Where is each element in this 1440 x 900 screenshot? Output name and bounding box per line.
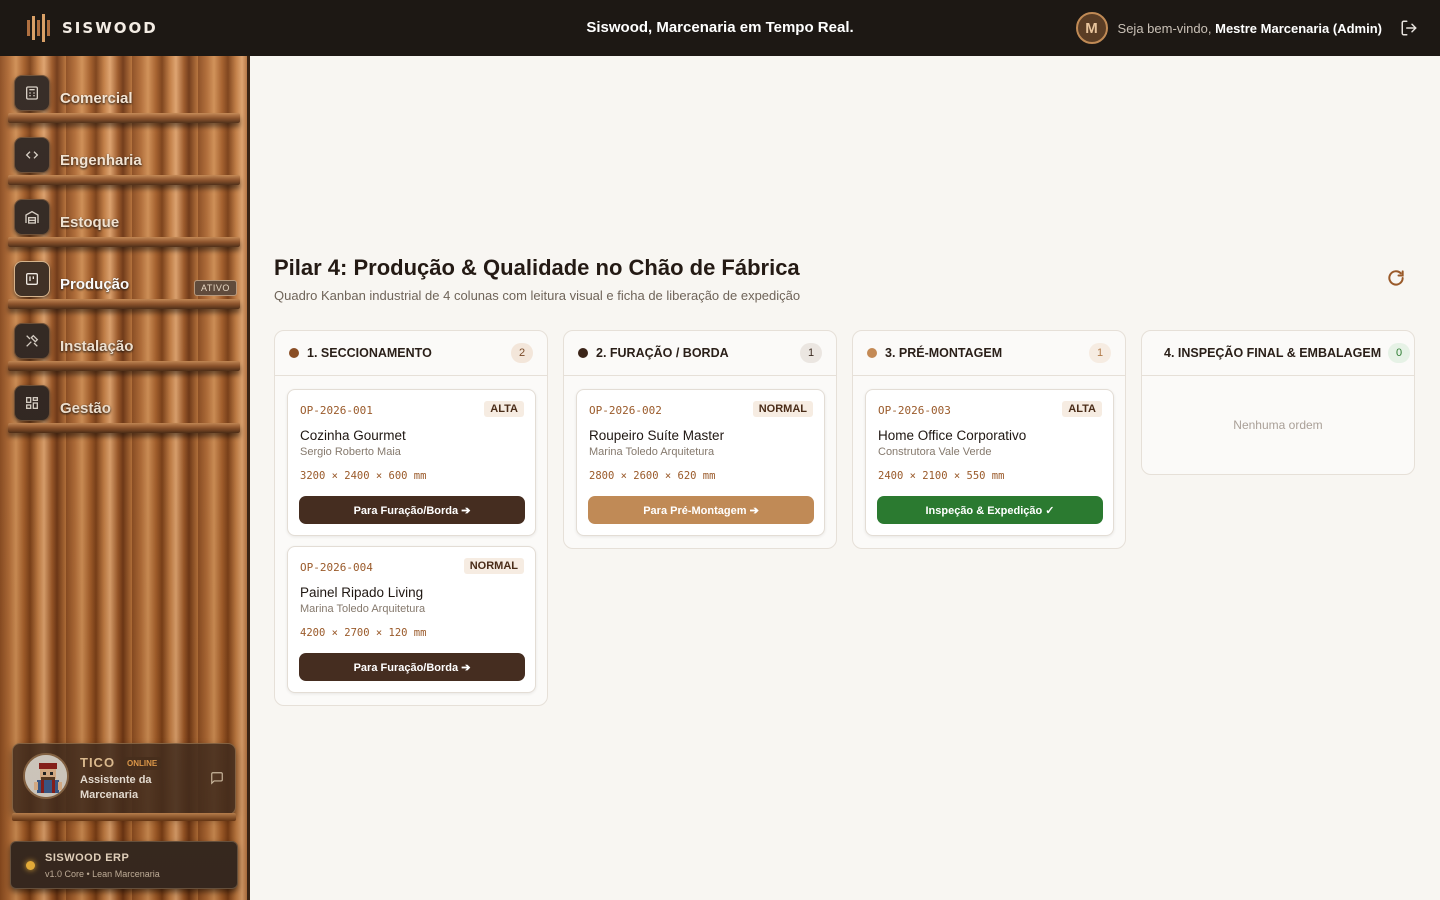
- erp-subtitle: v1.0 Core • Lean Marcenaria: [45, 869, 160, 879]
- sidebar-item-estoque[interactable]: Estoque: [0, 180, 247, 242]
- assistant-status-badge: ONLINE: [123, 757, 162, 770]
- page-title: Pilar 4: Produção & Qualidade no Chão de…: [274, 255, 800, 280]
- erp-title: SISWOOD ERP: [45, 852, 130, 864]
- inspection-shipping-button[interactable]: Inspeção & Expedição ✓: [877, 496, 1103, 524]
- order-name: Cozinha Gourmet: [300, 428, 406, 443]
- sidebar-item-label: Engenharia: [60, 152, 142, 169]
- order-client: Sergio Roberto Maia: [300, 446, 401, 458]
- kanban-column-seccionamento: 1. SECCIONAMENTO 2 OP-2026-001 ALTA Cozi…: [274, 330, 548, 706]
- order-client: Marina Toledo Arquitetura: [300, 603, 426, 615]
- column-header: 2. FURAÇÃO / BORDA 1: [564, 331, 836, 376]
- status-dot-icon: [26, 861, 35, 870]
- column-title: 2. FURAÇÃO / BORDA: [596, 346, 729, 360]
- sidebar-item-instalacao[interactable]: Instalação: [0, 304, 247, 366]
- order-client: Construtora Vale Verde: [878, 446, 992, 458]
- priority-badge: ALTA: [1062, 401, 1102, 417]
- order-dimensions: 3200 × 2400 × 600 mm: [300, 470, 427, 482]
- refresh-icon[interactable]: [1386, 268, 1406, 288]
- sidebar-item-label: Gestão: [60, 400, 111, 417]
- top-bar: SISWOOD Siswood, Marcenaria em Tempo Rea…: [0, 0, 1440, 56]
- sidebar-item-label: Estoque: [60, 214, 120, 231]
- welcome-prefix: Seja bem-vindo,: [1117, 20, 1212, 36]
- logo-icon: [27, 14, 50, 42]
- column-count-badge: 1: [800, 343, 822, 363]
- column-dot: [867, 348, 877, 358]
- priority-badge: ALTA: [484, 401, 524, 417]
- column-dot: [289, 348, 299, 358]
- assistant-name: TICO: [80, 755, 116, 770]
- order-code: OP-2026-002: [589, 404, 662, 417]
- welcome-text: Seja bem-vindo, Mestre Marcenaria (Admin…: [1118, 21, 1382, 36]
- order-card[interactable]: OP-2026-004 NORMAL Painel Ripado Living …: [287, 546, 536, 693]
- kanban-column-inspecao-final: 4. INSPEÇÃO FINAL & EMBALAGEM 0 Nenhuma …: [1141, 330, 1415, 475]
- order-card[interactable]: OP-2026-003 ALTA Home Office Corporativo…: [865, 389, 1114, 536]
- column-header: 4. INSPEÇÃO FINAL & EMBALAGEM 0: [1142, 331, 1414, 376]
- sidebar-item-gestao[interactable]: Gestão: [0, 366, 247, 428]
- logout-icon[interactable]: [1400, 19, 1418, 37]
- brand-logo[interactable]: SISWOOD: [26, 14, 158, 42]
- sidebar-item-engenharia[interactable]: Engenharia: [0, 118, 247, 180]
- main-content: Pilar 4: Produção & Qualidade no Chão de…: [250, 56, 1440, 900]
- user-name: Mestre Marcenaria (Admin): [1215, 20, 1382, 36]
- user-avatar[interactable]: M: [1075, 12, 1108, 44]
- order-dimensions: 4200 × 2700 × 120 mm: [300, 627, 427, 639]
- sidebar-item-producao[interactable]: Produção ATIVO: [0, 242, 247, 304]
- brand-name: SISWOOD: [62, 19, 158, 37]
- order-code: OP-2026-004: [300, 561, 373, 574]
- assistant-description: Assistente da Marcenaria: [80, 774, 152, 801]
- order-card[interactable]: OP-2026-001 ALTA Cozinha Gourmet Sergio …: [287, 389, 536, 536]
- column-header: 1. SECCIONAMENTO 2: [275, 331, 547, 376]
- order-dimensions: 2800 × 2600 × 620 mm: [589, 470, 716, 482]
- order-dimensions: 2400 × 2100 × 550 mm: [878, 470, 1005, 482]
- column-title: 3. PRÉ-MONTAGEM: [885, 346, 1003, 360]
- page-subtitle: Quadro Kanban industrial de 4 colunas co…: [274, 288, 801, 303]
- active-badge: ATIVO: [194, 280, 237, 296]
- column-header: 3. PRÉ-MONTAGEM 1: [853, 331, 1125, 376]
- order-code: OP-2026-001: [300, 404, 373, 417]
- code-icon: [14, 137, 50, 173]
- move-to-furacao-button[interactable]: Para Furação/Borda ➔: [299, 496, 525, 524]
- order-card[interactable]: OP-2026-002 NORMAL Roupeiro Suíte Master…: [576, 389, 825, 536]
- shelf-divider: [8, 423, 240, 433]
- order-client: Marina Toledo Arquitetura: [589, 446, 715, 458]
- order-name: Painel Ripado Living: [300, 585, 424, 600]
- erp-version-panel: SISWOOD ERP v1.0 Core • Lean Marcenaria: [10, 841, 238, 889]
- move-to-pre-montagem-button[interactable]: Para Pré-Montagem ➔: [588, 496, 814, 524]
- sidebar-item-comercial[interactable]: Comercial: [0, 56, 247, 118]
- move-to-furacao-button[interactable]: Para Furação/Borda ➔: [299, 653, 525, 681]
- assistant-avatar: [23, 753, 69, 799]
- warehouse-icon: [14, 199, 50, 235]
- kanban-column-furacao: 2. FURAÇÃO / BORDA 1 OP-2026-002 NORMAL …: [563, 330, 837, 549]
- column-count-badge: 1: [1089, 343, 1111, 363]
- kanban-icon: [14, 261, 50, 297]
- sidebar-item-label: Produção: [60, 276, 130, 293]
- calculator-icon: [14, 75, 50, 111]
- column-dot: [578, 348, 588, 358]
- sidebar-item-label: Instalação: [60, 338, 134, 355]
- shelf-divider: [12, 813, 236, 821]
- column-count-badge: 0: [1388, 343, 1410, 363]
- kanban-column-pre-montagem: 3. PRÉ-MONTAGEM 1 OP-2026-003 ALTA Home …: [852, 330, 1126, 549]
- order-name: Roupeiro Suíte Master: [589, 428, 725, 443]
- dashboard-icon: [14, 385, 50, 421]
- empty-column-message: Nenhuma ordem: [1233, 417, 1323, 432]
- priority-badge: NORMAL: [752, 401, 813, 417]
- column-title: 4. INSPEÇÃO FINAL & EMBALAGEM: [1164, 346, 1382, 360]
- sidebar: Comercial Engenharia Estoque Produção AT…: [0, 56, 250, 900]
- order-name: Home Office Corporativo: [878, 428, 1027, 443]
- order-code: OP-2026-003: [878, 404, 951, 417]
- assistant-panel[interactable]: TICO ONLINE Assistente da Marcenaria: [12, 743, 236, 815]
- chat-icon[interactable]: [210, 771, 224, 785]
- priority-badge: NORMAL: [463, 558, 524, 574]
- tools-icon: [14, 323, 50, 359]
- user-menu[interactable]: M Seja bem-vindo, Mestre Marcenaria (Adm…: [1075, 12, 1418, 44]
- column-count-badge: 2: [511, 343, 533, 363]
- sidebar-item-label: Comercial: [60, 90, 133, 107]
- column-title: 1. SECCIONAMENTO: [307, 346, 432, 360]
